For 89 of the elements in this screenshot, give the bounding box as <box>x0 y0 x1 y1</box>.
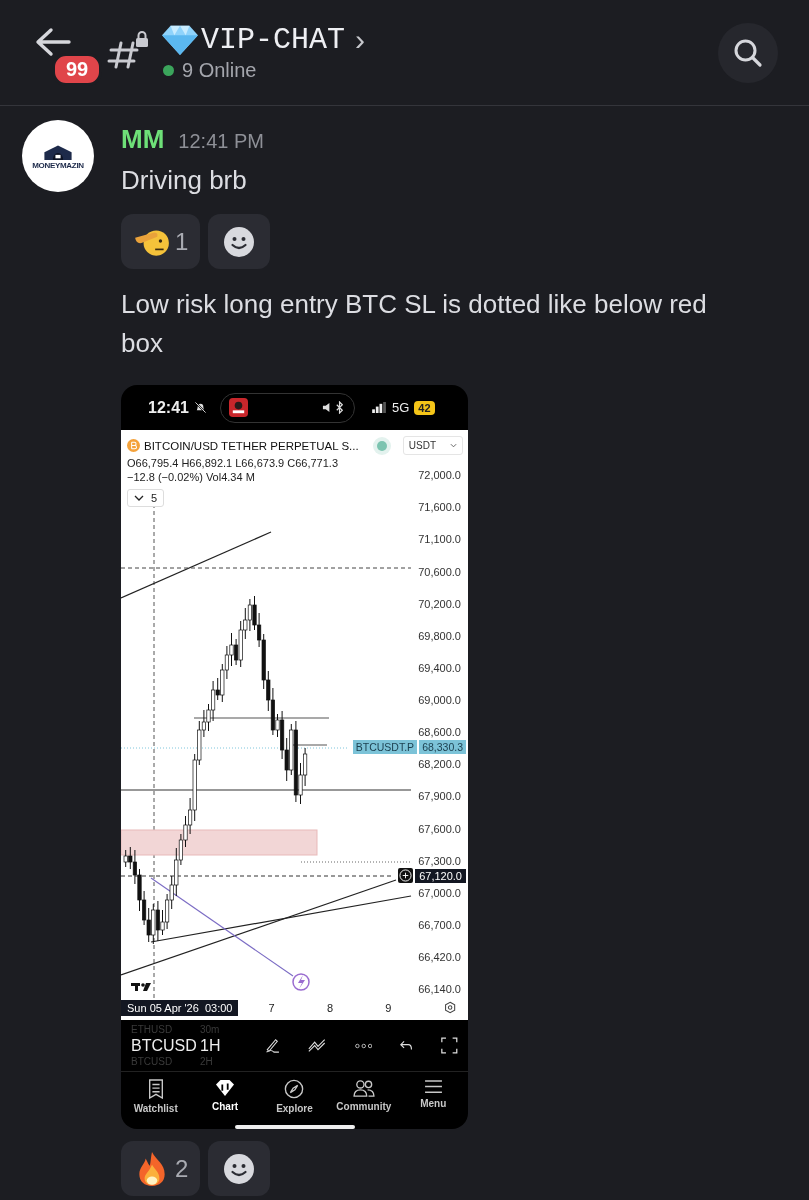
bitcoin-icon <box>127 439 140 453</box>
symbol-title[interactable]: BITCOIN/USD TETHER PERPETUAL S... <box>144 439 359 452</box>
reaction-button[interactable]: 1 <box>121 214 201 269</box>
price-label: 67,600.0 <box>418 821 461 836</box>
more-icon[interactable] <box>354 1042 373 1049</box>
add-reaction-button[interactable] <box>208 1141 271 1196</box>
trend-line[interactable] <box>150 877 294 977</box>
app-icon <box>228 398 248 418</box>
list-icon <box>146 1079 165 1100</box>
image-attachment[interactable] <box>121 385 468 1129</box>
time-label: 7 <box>268 1001 276 1014</box>
price-label: 67,300.0 <box>418 853 461 868</box>
tradingview-logo-icon <box>131 983 151 992</box>
price-label: 68,600.0 <box>418 725 461 740</box>
chevron-icon: › <box>355 23 366 57</box>
compass-icon <box>284 1079 305 1100</box>
battery-level: 42 <box>414 400 435 415</box>
smiley-icon <box>223 1152 256 1185</box>
price-label: 67,900.0 <box>418 789 461 804</box>
price-label: 71,100.0 <box>418 532 461 547</box>
crosshair-time-tag: Sun 05 Apr '26 03:00 <box>121 999 239 1016</box>
price-label: 70,600.0 <box>418 564 461 579</box>
message-time: 12:41 PM <box>178 130 264 153</box>
back-button[interactable] <box>35 26 71 57</box>
trend-line[interactable] <box>121 879 397 976</box>
undo-icon[interactable] <box>400 1039 414 1052</box>
time-label: 9 <box>385 1001 393 1014</box>
fullscreen-icon[interactable] <box>441 1036 458 1055</box>
time-label: 8 <box>326 1001 334 1014</box>
diamond-icon <box>161 23 199 57</box>
price-label: 67,000.0 <box>418 885 461 900</box>
network-type: 5G <box>391 400 410 416</box>
drawing-tools-icon[interactable] <box>308 1038 327 1053</box>
horizontal-line[interactable] <box>193 717 330 719</box>
online-dot <box>163 65 174 76</box>
dotted-line[interactable] <box>300 861 412 863</box>
message-text: Driving brb <box>121 164 248 197</box>
price-label: 71,600.0 <box>418 500 461 515</box>
nav-tab[interactable]: Menu <box>400 1078 467 1116</box>
people-icon <box>352 1079 375 1098</box>
ohlc-values: O66,795.4 H66,892.1 L66,673.9 C66,771.3 <box>127 457 338 470</box>
price-label: 68,200.0 <box>418 757 461 772</box>
price-label: 66,420.0 <box>418 950 461 965</box>
nav-tab[interactable]: Watchlist <box>122 1078 189 1116</box>
dashed-line[interactable] <box>121 567 412 569</box>
message-text: Low risk long entry BTC SL is dotted like below red box <box>121 288 708 360</box>
smiley-icon <box>223 225 256 258</box>
price-label: 66,140.0 <box>418 982 461 997</box>
chevron-down-icon <box>134 495 144 502</box>
price-label: 69,400.0 <box>418 660 461 675</box>
stop-loss-zone[interactable] <box>121 829 318 856</box>
author-name[interactable]: MM <box>121 124 165 155</box>
settings-icon[interactable] <box>443 1001 456 1015</box>
nav-tab[interactable]: Community <box>330 1078 397 1116</box>
indicators-toggle[interactable]: 5 <box>127 489 165 508</box>
market-status-dot <box>376 440 387 451</box>
reaction-button[interactable]: 2 <box>121 1141 201 1196</box>
symbol-interval-option[interactable]: BTCUSD 1H <box>131 1035 236 1056</box>
menu-icon <box>423 1079 443 1095</box>
locked-channel-icon <box>107 29 151 70</box>
channel-title[interactable]: VIP-CHAT <box>201 23 346 57</box>
price-label: 69,000.0 <box>418 693 461 708</box>
lightning-icon[interactable] <box>292 973 310 991</box>
add-reaction-button[interactable] <box>208 214 271 269</box>
sound-bluetooth-icon <box>321 401 346 415</box>
back-arrow-icon <box>35 26 71 57</box>
price-label: 69,800.0 <box>418 628 461 643</box>
signal-icon <box>371 402 387 414</box>
crosshair-price-tag: 67,120.0 <box>415 868 466 883</box>
chart-icon <box>215 1079 236 1098</box>
status-time: 12:41 <box>148 398 189 417</box>
pen-icon[interactable] <box>263 1036 281 1055</box>
online-count: 9 Online <box>182 59 257 82</box>
nav-tab[interactable]: Chart <box>192 1078 259 1116</box>
bell-off-icon <box>193 401 207 415</box>
price-label: 72,000.0 <box>418 468 461 483</box>
nav-tab[interactable]: Explore <box>261 1078 328 1116</box>
last-price-tag: 68,330.3 <box>419 740 466 755</box>
symbol-tag: BTCUSDT.P <box>352 740 418 755</box>
trend-line[interactable] <box>150 895 412 943</box>
change-volume: −12.8 (−0.02%) Vol4.34 M <box>127 471 255 484</box>
currency-dropdown[interactable]: USDT <box>402 436 463 456</box>
price-label: 66,700.0 <box>418 917 461 932</box>
avatar-logo-text: MONEYMAZIN <box>32 161 84 170</box>
chevron-down-icon <box>450 443 457 449</box>
search-icon <box>733 37 763 68</box>
price-label: 70,200.0 <box>418 596 461 611</box>
avatar[interactable]: MONEYMAZIN <box>22 120 94 192</box>
add-icon[interactable] <box>398 868 414 884</box>
